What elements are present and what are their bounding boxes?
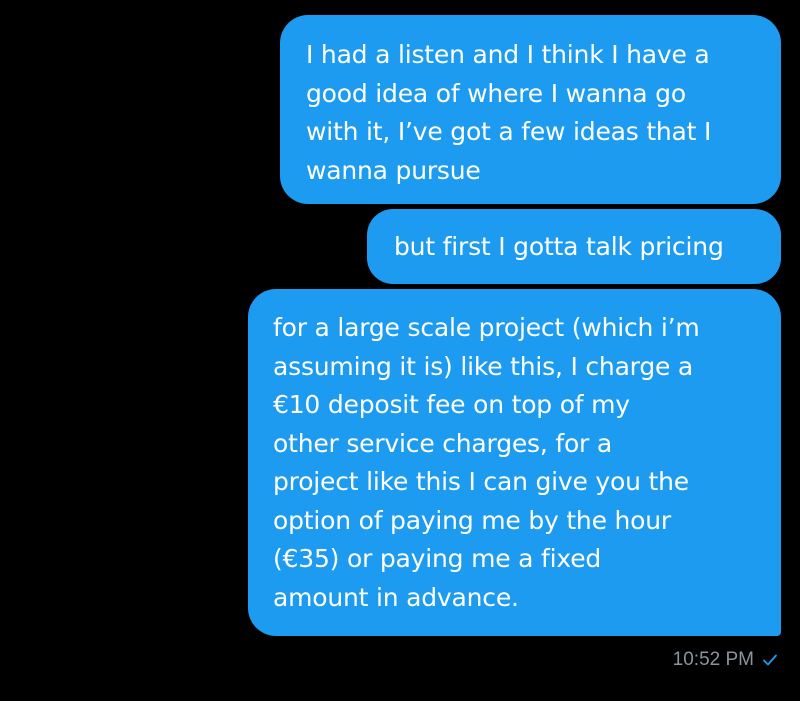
message-timestamp: 10:52 PM bbox=[672, 649, 754, 670]
message-text-line: (€35) or paying me a fixed bbox=[273, 544, 602, 573]
message-text-line: other service charges, for a bbox=[273, 428, 613, 458]
message-bubble-1[interactable]: I had a listen and I think I have a good… bbox=[280, 15, 781, 204]
message-bubble-2[interactable]: but first I gotta talk pricing bbox=[367, 209, 781, 284]
message-text-line: assuming it is) like this, I charge a bbox=[273, 351, 694, 381]
message-text-line: good idea of where I wanna go bbox=[306, 78, 686, 108]
message-text-line: project like this I can give you the bbox=[273, 467, 689, 496]
message-meta: 10:52 PM bbox=[673, 648, 778, 672]
checkmark-icon bbox=[762, 652, 778, 668]
message-text-line: with it, I’ve got a few ideas that I bbox=[306, 117, 712, 146]
message-text-line: I had a listen and I think I have a bbox=[306, 40, 710, 69]
message-text-line: wanna pursue bbox=[306, 155, 481, 185]
message-text-line: for a large scale project (which i’m bbox=[273, 313, 700, 342]
message-text-line: amount in advance. bbox=[273, 582, 519, 612]
message-text-line: but first I gotta talk pricing bbox=[394, 232, 724, 261]
message-thread: I had a listen and I think I have a good… bbox=[0, 0, 800, 701]
message-text-line: €10 deposit fee on top of my bbox=[273, 390, 630, 419]
message-bubble-3[interactable]: for a large scale project (which i’m ass… bbox=[248, 289, 781, 636]
message-text-line: option of paying me by the hour bbox=[273, 505, 671, 535]
